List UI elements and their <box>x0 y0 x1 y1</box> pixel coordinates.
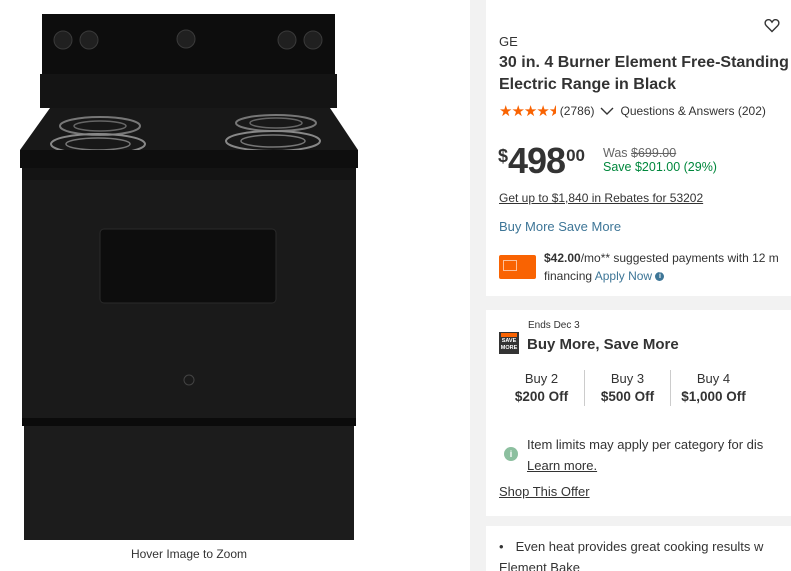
save-more-badge-icon: SAVE MORE <box>499 332 519 354</box>
buy-more-save-more-card: Ends Dec 3 SAVE MORE Buy More, Save More … <box>486 310 791 516</box>
credit-card-icon <box>499 255 536 279</box>
promo-tier: Buy 3 $500 Off <box>584 370 670 406</box>
financing-amount: $42.00 <box>544 251 581 265</box>
price-cents: 00 <box>566 146 586 165</box>
promo-tier: Buy 2 $200 Off <box>499 370 584 406</box>
product-image-area: Hover Image to Zoom <box>0 0 470 571</box>
promo-end-date: Ends Dec 3 <box>528 320 580 331</box>
buy-more-save-more-link[interactable]: Buy More Save More <box>499 219 621 234</box>
tier-discount: $500 Off <box>600 389 655 404</box>
rating-row[interactable]: ★★★★★ (2786) Questions & Answers (202) <box>499 102 766 120</box>
price-currency: $ <box>498 146 509 166</box>
was-label: Was <box>603 146 628 160</box>
learn-more-link[interactable]: Learn more. <box>527 458 597 473</box>
product-info-panel: GE 30 in. 4 Burner Element Free-Standing… <box>483 0 791 571</box>
tier-quantity: Buy 4 <box>696 371 731 386</box>
tier-discount: $200 Off <box>514 389 569 404</box>
tier-quantity: Buy 3 <box>610 371 645 386</box>
was-amount: $699.00 <box>631 146 677 160</box>
info-icon: i <box>504 447 518 461</box>
rebates-link[interactable]: Get up to $1,840 in Rebates for 53202 <box>499 191 703 205</box>
hover-to-zoom-label: Hover Image to Zoom <box>130 547 248 561</box>
item-limit-notice: Item limits may apply per category for d… <box>527 434 791 476</box>
favorite-heart-icon[interactable] <box>764 18 780 33</box>
promo-tiers: Buy 2 $200 Off Buy 3 $500 Off Buy 4 $1,0… <box>499 370 756 406</box>
info-icon[interactable]: i <box>655 272 665 282</box>
highlight-text-2: Element Bake <box>499 560 580 571</box>
shop-this-offer-link[interactable]: Shop This Offer <box>499 484 590 499</box>
was-price: Was $699.00 <box>603 146 676 160</box>
chevron-down-icon[interactable] <box>600 106 614 116</box>
highlights-card: • Even heat provides great cooking result… <box>486 526 791 571</box>
financing-text: $42.00/mo** suggested payments with 12 m… <box>544 249 791 285</box>
product-image[interactable] <box>0 0 378 540</box>
tier-discount: $1,000 Off <box>681 389 746 404</box>
financing-desc: suggested payments with 12 m <box>610 251 779 265</box>
financing-suffix: /mo** <box>580 251 611 265</box>
financing-desc-2: financing <box>544 269 595 283</box>
highlight-text: Even heat provides great cooking results… <box>515 539 764 554</box>
apply-now-link[interactable]: Apply Now <box>595 269 652 283</box>
review-count[interactable]: (2786) <box>560 104 595 118</box>
savings-text: Save $201.00 (29%) <box>603 160 717 174</box>
current-price: $ 498 00 <box>498 142 585 180</box>
column-divider <box>470 0 483 571</box>
product-title: 30 in. 4 Burner Element Free-Standing El… <box>499 54 789 93</box>
promo-title: Buy More, Save More <box>527 336 679 353</box>
product-brand[interactable]: GE <box>499 34 518 49</box>
tier-quantity: Buy 2 <box>524 371 559 386</box>
price-card: GE 30 in. 4 Burner Element Free-Standing… <box>486 0 791 296</box>
highlight-bullet: • Even heat provides great cooking result… <box>499 536 791 571</box>
promo-tier: Buy 4 $1,000 Off <box>670 370 756 406</box>
item-limit-text: Item limits may apply per category for d… <box>527 437 764 452</box>
rating-stars-icon[interactable]: ★★★★★ <box>499 102 556 120</box>
price-dollars: 498 <box>508 140 566 181</box>
questions-answers-link[interactable]: Questions & Answers (202) <box>620 104 765 118</box>
